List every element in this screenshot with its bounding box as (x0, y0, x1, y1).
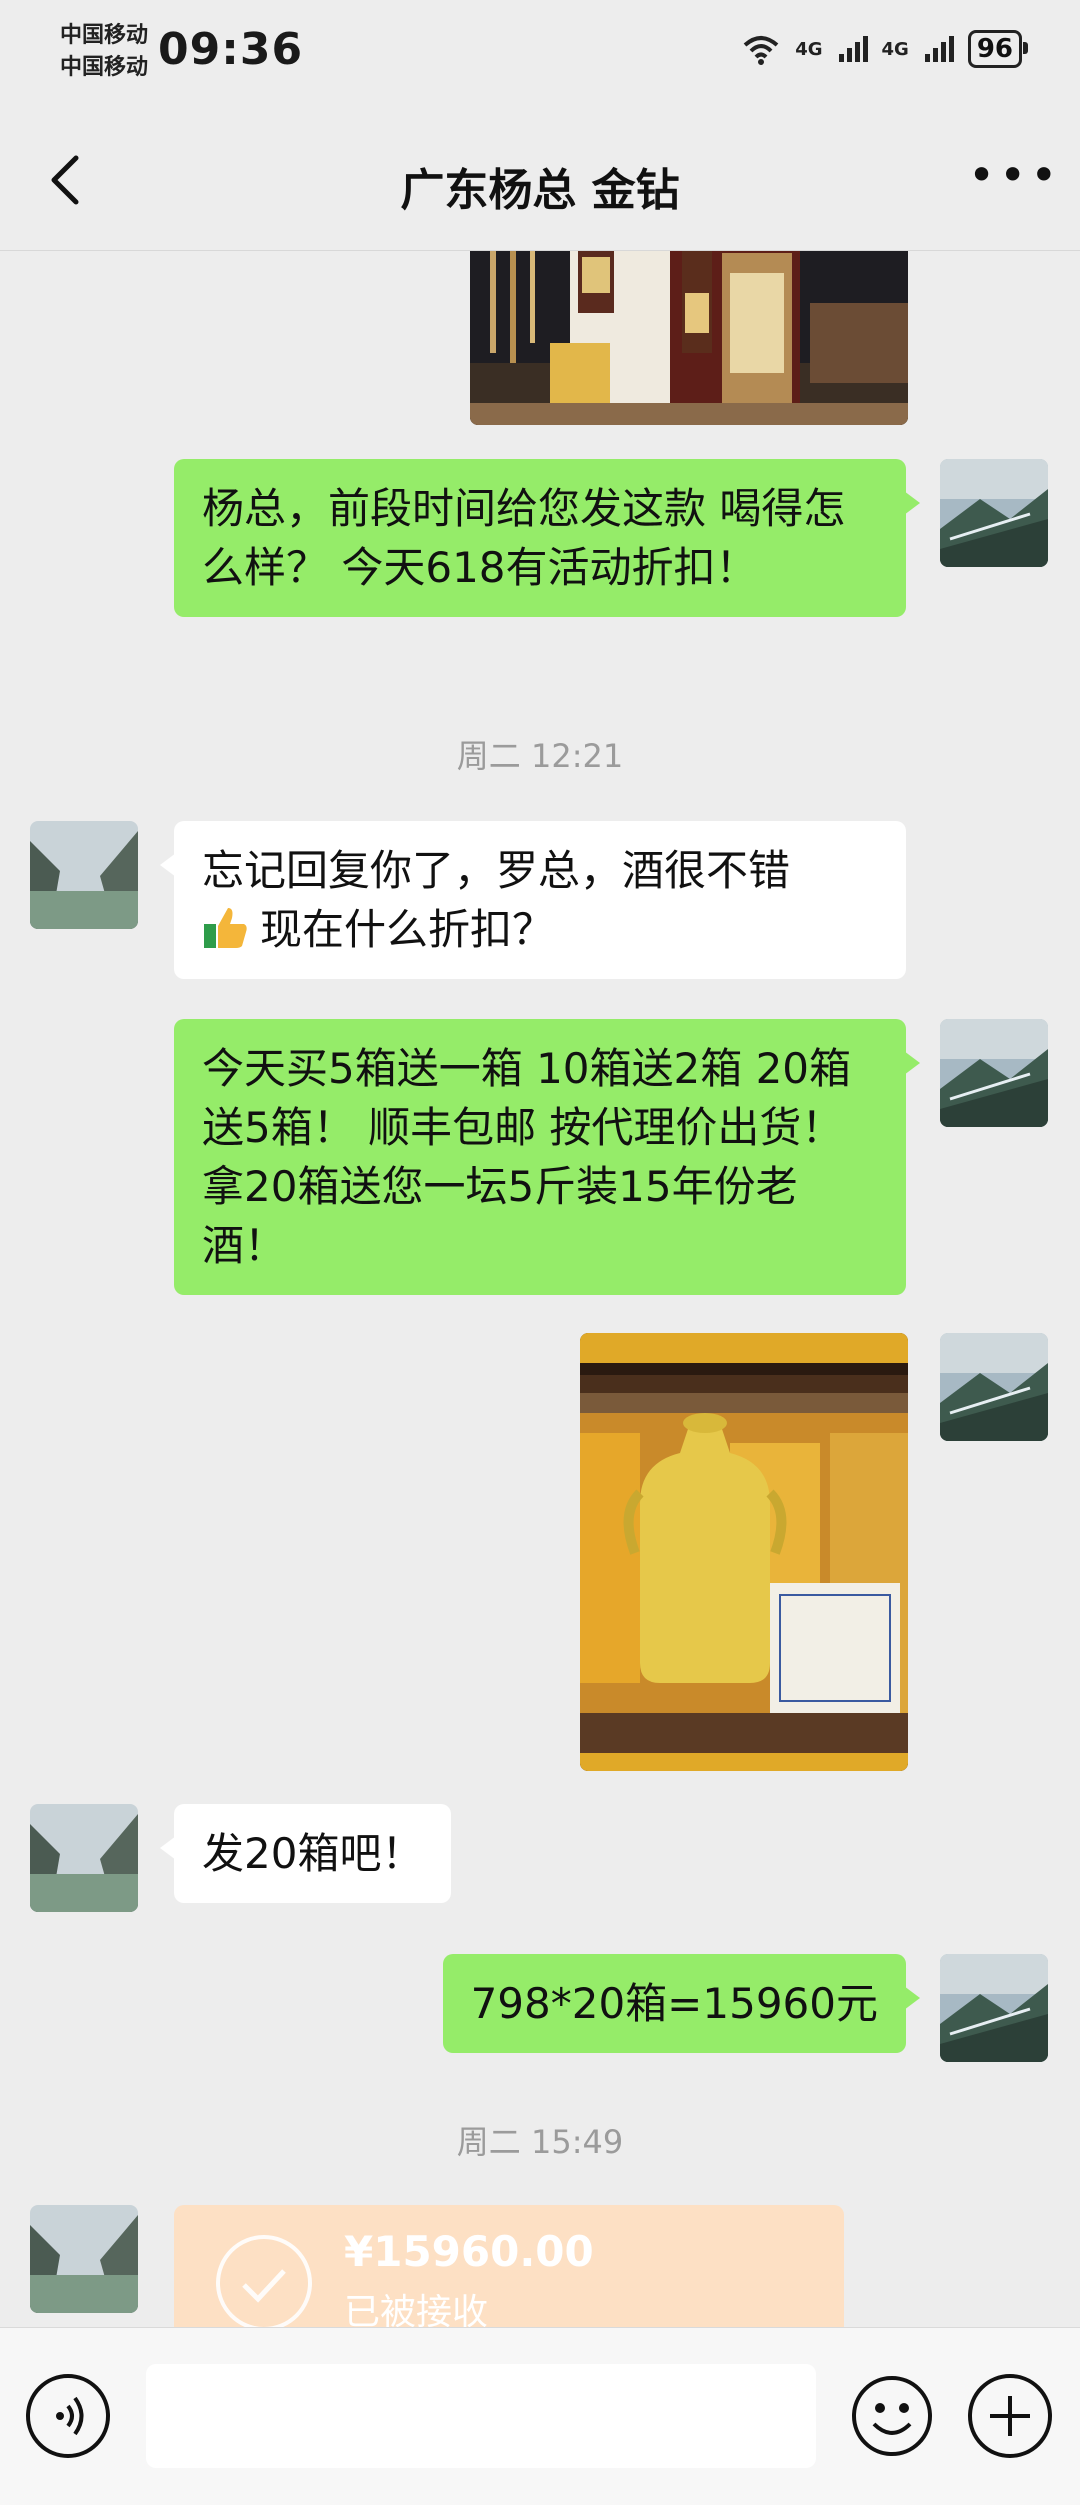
status-icons: 4G 4G 96 (741, 30, 1029, 68)
message-text: 现在什么折扣？ (260, 905, 555, 954)
avatar-self[interactable] (940, 459, 1048, 567)
carrier-2: 中国移动 (60, 55, 149, 80)
timestamp: 周二 12:21 (456, 737, 624, 775)
liquor-jar-image (580, 1333, 908, 1771)
avatar-self[interactable] (940, 1019, 1048, 1127)
carrier-labels: 中国移动 中国移动 (60, 20, 148, 84)
transfer-status: 已被接收 (344, 2292, 489, 2327)
message-text: 忘记回复你了，罗总，酒很不错 (202, 846, 791, 895)
product-photo-message[interactable] (470, 251, 908, 425)
network-type-2: 4G (881, 38, 909, 60)
message-sent[interactable]: 今天买5箱送一箱 10箱送2箱 20箱送5箱！ 顺丰包邮 按代理价出货！拿20箱… (174, 1019, 920, 1295)
voice-icon[interactable] (26, 2374, 110, 2458)
signal-icon (838, 36, 868, 62)
avatar-contact[interactable] (30, 821, 138, 929)
message-text: 798*20箱=15960元 (470, 1979, 878, 2028)
thumbs-up-icon (204, 908, 247, 948)
message-text: 今天买5箱送一箱 10箱送2箱 20箱送5箱！ 顺丰包邮 按代理价出货！拿20箱… (202, 1044, 852, 1270)
message-input[interactable] (146, 2364, 816, 2468)
liquor-jar-photo-message[interactable] (580, 1333, 908, 1771)
transfer-amount: ¥15960.00 (344, 2227, 594, 2276)
signal-icon (924, 36, 954, 62)
status-bar: 中国移动 中国移动 09:36 4G 4G 96 (0, 0, 1080, 110)
message-received[interactable]: 忘记回复你了，罗总，酒很不错 现在什么折扣？ (160, 821, 906, 979)
chat-title: 广东杨总 金钻 (400, 165, 680, 216)
battery-icon: 96 (967, 30, 1029, 68)
more-icon[interactable]: ••• (968, 152, 1057, 200)
message-sent[interactable]: 杨总，前段时间给您发这款 喝得怎么样？ 今天618有活动折扣！ (174, 459, 920, 617)
liquor-gift-box-image (470, 251, 908, 425)
transfer-card[interactable]: ¥15960.00 已被接收 (174, 2205, 844, 2327)
status-time: 09:36 (158, 24, 304, 75)
emoji-icon[interactable] (850, 2374, 934, 2458)
avatar-contact[interactable] (30, 2205, 138, 2313)
timestamp: 周二 15:49 (456, 2123, 624, 2161)
input-bar (0, 2327, 1080, 2505)
message-text: 发20箱吧！ (202, 1829, 424, 1878)
message-received[interactable]: 发20箱吧！ (159, 1804, 452, 1903)
avatar-self[interactable] (940, 1333, 1048, 1441)
avatar-contact[interactable] (30, 1804, 138, 1912)
message-list[interactable]: 杨总，前段时间给您发这款 喝得怎么样？ 今天618有活动折扣！ 周二 12:21… (0, 251, 1080, 2327)
network-type-1: 4G (795, 38, 823, 60)
message-sent[interactable]: 798*20箱=15960元 (442, 1954, 921, 2053)
plus-icon[interactable] (968, 2374, 1052, 2458)
avatar-self[interactable] (940, 1954, 1048, 2062)
check-circle-icon (216, 2235, 312, 2327)
wifi-icon (743, 36, 779, 65)
message-text: 杨总，前段时间给您发这款 喝得怎么样？ 今天618有活动折扣！ (202, 484, 846, 592)
carrier-1: 中国移动 (60, 23, 149, 48)
chat-header: 广东杨总 金钻 ••• (0, 110, 1080, 251)
